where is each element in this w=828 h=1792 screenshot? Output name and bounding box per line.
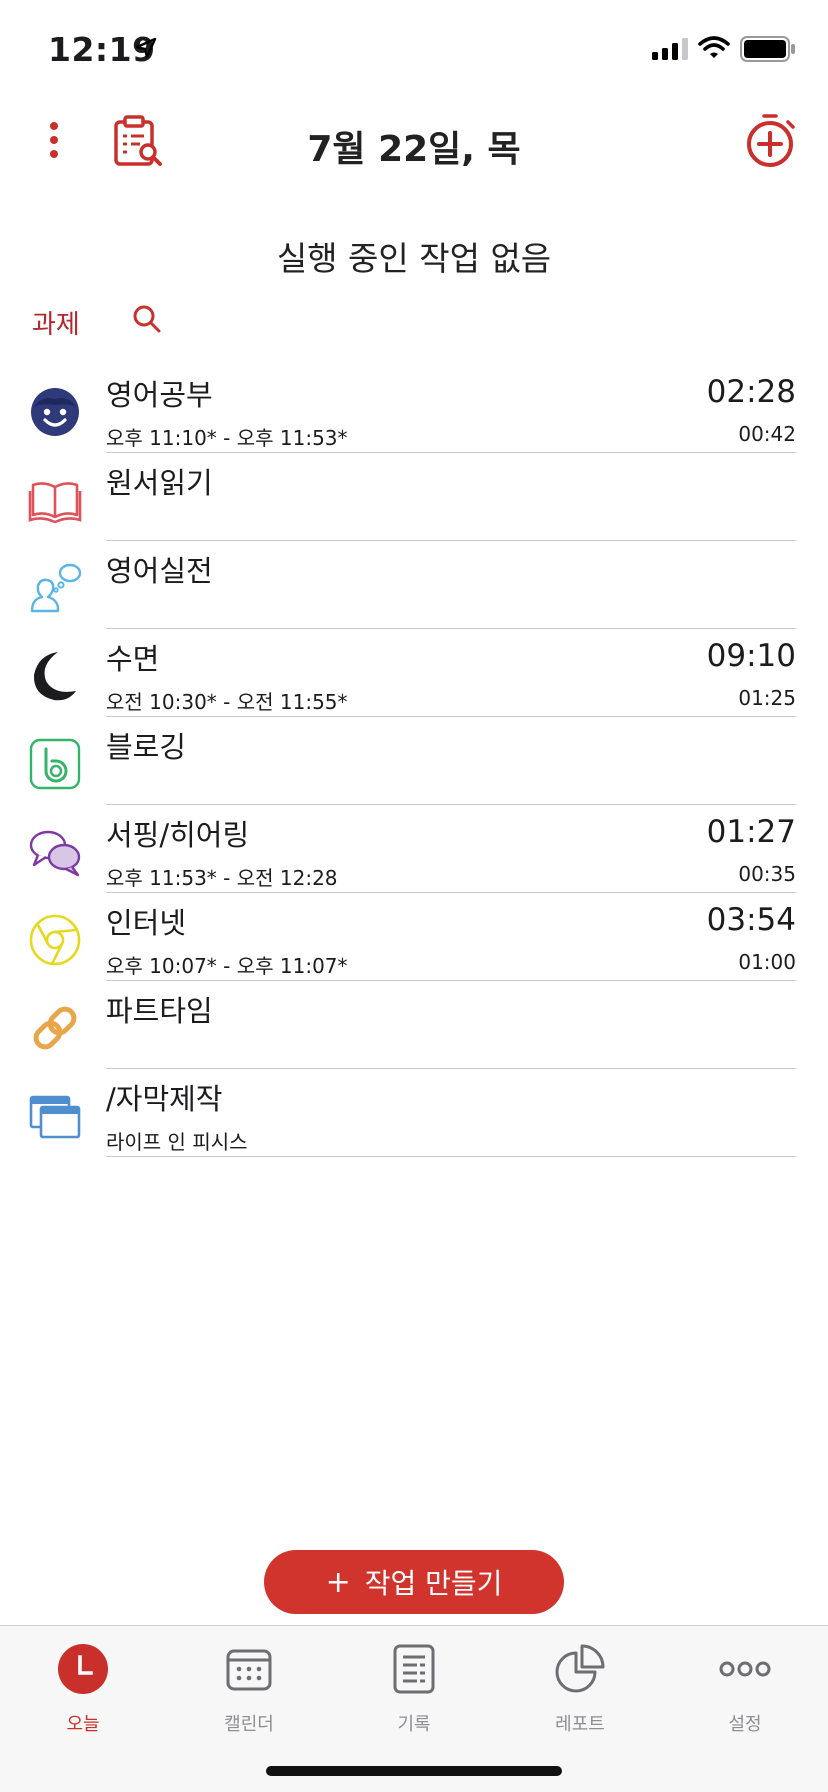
smiley-face-icon bbox=[28, 385, 82, 439]
tab-label: 설정 bbox=[728, 1714, 762, 1735]
chain-link-icon bbox=[28, 1001, 82, 1055]
task-duration: 00:35 bbox=[738, 862, 796, 886]
task-time-range: 오후 11:10* - 오후 11:53* bbox=[106, 426, 348, 450]
pie-chart-icon bbox=[497, 1640, 663, 1698]
section-label: 과제 bbox=[32, 310, 80, 340]
task-row[interactable]: 영어공부 오후 11:10* - 오후 11:53* 02:28 00:42 bbox=[0, 365, 828, 453]
task-row[interactable]: /자막제작 라이프 인 피시스 bbox=[0, 1069, 828, 1157]
tab-today[interactable]: 오늘 bbox=[0, 1640, 166, 1736]
tab-settings[interactable]: 설정 bbox=[662, 1640, 828, 1736]
task-duration: 01:25 bbox=[738, 686, 796, 710]
search-icon[interactable] bbox=[132, 304, 162, 338]
tab-calendar[interactable]: 캘린더 bbox=[166, 1640, 332, 1736]
task-note: 라이프 인 피시스 bbox=[106, 1130, 248, 1154]
open-book-icon bbox=[28, 473, 82, 527]
moon-icon bbox=[28, 649, 82, 703]
task-total: 03:54 bbox=[706, 902, 796, 938]
task-duration: 01:00 bbox=[738, 950, 796, 974]
tab-label: 레포트 bbox=[555, 1714, 605, 1735]
task-name: 수면 bbox=[106, 642, 160, 676]
today-clock-icon bbox=[0, 1640, 166, 1698]
tab-label: 캘린더 bbox=[224, 1714, 274, 1735]
blog-b-icon bbox=[28, 737, 82, 791]
tab-label: 기록 bbox=[397, 1714, 431, 1735]
task-name: 영어실전 bbox=[106, 554, 213, 588]
tab-report[interactable]: 레포트 bbox=[497, 1640, 663, 1736]
add-timer-icon[interactable] bbox=[746, 112, 798, 174]
document-list-icon bbox=[331, 1640, 497, 1698]
task-row[interactable]: 영어실전 bbox=[0, 541, 828, 629]
task-row[interactable]: 파트타임 bbox=[0, 981, 828, 1069]
home-indicator[interactable] bbox=[266, 1766, 562, 1776]
task-time-range: 오전 10:30* - 오전 11:55* bbox=[106, 690, 348, 714]
create-task-label: 작업 만들기 bbox=[364, 1567, 503, 1600]
task-name: 인터넷 bbox=[106, 906, 187, 940]
task-duration: 00:42 bbox=[738, 422, 796, 446]
task-total: 09:10 bbox=[706, 638, 796, 674]
tab-label: 오늘 bbox=[66, 1714, 100, 1735]
task-row[interactable]: 수면 오전 10:30* - 오전 11:55* 09:10 01:25 bbox=[0, 629, 828, 717]
tab-records[interactable]: 기록 bbox=[331, 1640, 497, 1736]
task-time-range: 오후 10:07* - 오후 11:07* bbox=[106, 954, 348, 978]
task-time-range: 오후 11:53* - 오전 12:28 bbox=[106, 866, 338, 890]
speaking-person-icon bbox=[28, 561, 82, 615]
create-task-button[interactable]: + 작업 만들기 bbox=[264, 1550, 564, 1614]
task-total: 01:27 bbox=[706, 814, 796, 850]
cellular-signal-icon bbox=[652, 38, 690, 64]
task-name: 파트타임 bbox=[106, 994, 213, 1028]
location-arrow-icon bbox=[134, 36, 158, 64]
wifi-icon bbox=[698, 36, 730, 64]
running-status: 실행 중인 작업 없음 bbox=[276, 239, 552, 278]
task-name: /자막제작 bbox=[106, 1082, 223, 1116]
page-title: 7월 22일, 목 bbox=[307, 129, 521, 170]
task-row[interactable]: 서핑/히어링 오후 11:53* - 오전 12:28 01:27 00:35 bbox=[0, 805, 828, 893]
task-list: 영어공부 오후 11:10* - 오후 11:53* 02:28 00:42 원… bbox=[0, 365, 828, 1157]
more-dots-icon bbox=[662, 1640, 828, 1698]
task-name: 영어공부 bbox=[106, 378, 213, 412]
task-row[interactable]: 블로깅 bbox=[0, 717, 828, 805]
top-nav: 7월 22일, 목 bbox=[0, 100, 828, 200]
task-row[interactable]: 인터넷 오후 10:07* - 오후 11:07* 03:54 01:00 bbox=[0, 893, 828, 981]
plus-icon: + bbox=[325, 1564, 351, 1600]
task-name: 서핑/히어링 bbox=[106, 818, 250, 852]
task-name: 블로깅 bbox=[106, 730, 187, 764]
status-bar: 12:19 bbox=[0, 0, 828, 100]
chat-bubbles-icon bbox=[28, 825, 82, 879]
calendar-icon bbox=[166, 1640, 332, 1698]
battery-icon bbox=[740, 36, 796, 66]
task-name: 원서읽기 bbox=[106, 466, 213, 500]
browser-circle-icon bbox=[28, 913, 82, 967]
windows-icon bbox=[28, 1089, 82, 1143]
task-row[interactable]: 원서읽기 bbox=[0, 453, 828, 541]
task-total: 02:28 bbox=[706, 374, 796, 410]
